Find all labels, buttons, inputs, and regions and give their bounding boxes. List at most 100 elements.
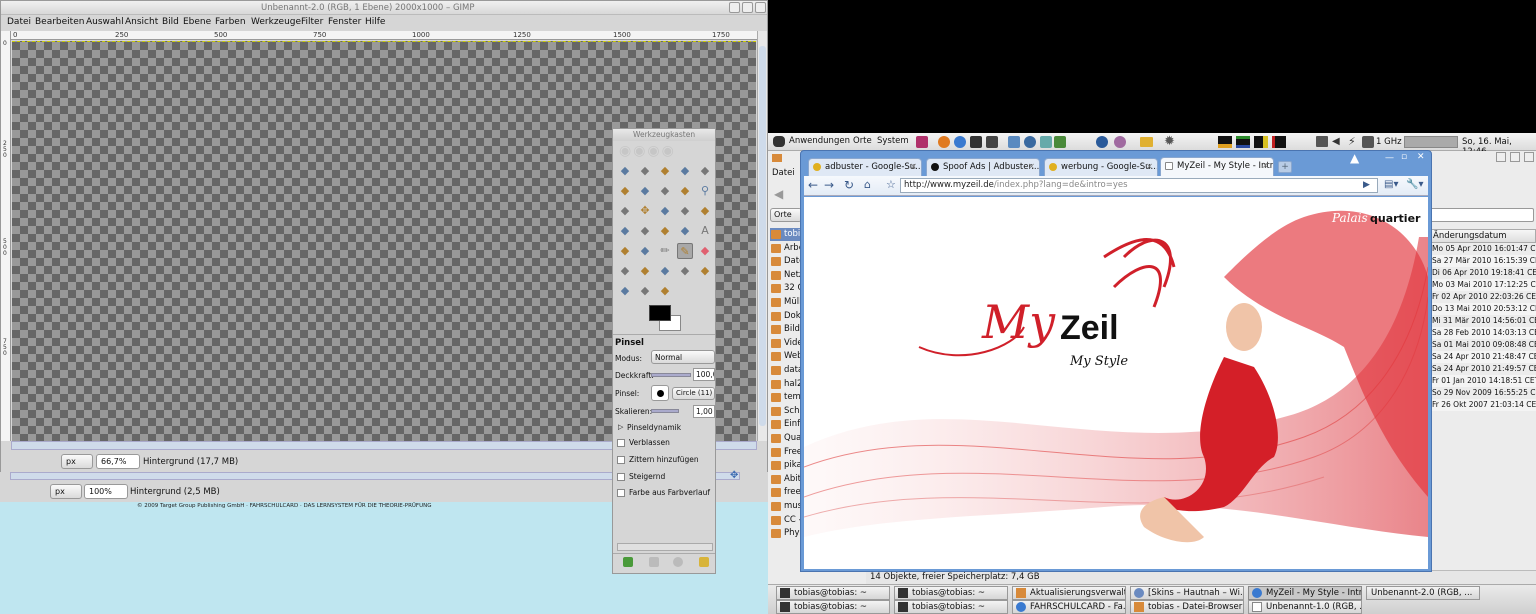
close-tab-icon[interactable]: ×: [1146, 159, 1153, 176]
window-button[interactable]: [1524, 152, 1534, 162]
wrench-icon[interactable]: 🔧▾: [1406, 179, 1423, 190]
perspective-clone-icon[interactable]: ◆: [697, 263, 713, 279]
unit-select[interactable]: px: [50, 484, 82, 499]
skalieren-slider[interactable]: [651, 409, 679, 413]
maximize-icon[interactable]: [742, 2, 753, 13]
place-item[interactable]: freeh: [770, 486, 804, 499]
align-icon[interactable]: ◆: [657, 203, 673, 219]
task-fahrschulcard[interactable]: FAHRSCHULCARD - Fa...: [1012, 600, 1126, 614]
firefox-icon[interactable]: [938, 136, 950, 148]
page-menu-icon[interactable]: ▤▾: [1384, 179, 1398, 190]
power-icon[interactable]: ⚡: [1348, 135, 1356, 148]
date-cell[interactable]: Sa 24 Apr 2010 21:48:47 CEST: [1430, 351, 1536, 363]
place-item[interactable]: CC -: [770, 514, 804, 527]
menu-bearbeiten[interactable]: Bearbeiten: [35, 17, 84, 27]
terminal-icon[interactable]: [986, 136, 998, 148]
launcher-icon[interactable]: [1114, 136, 1126, 148]
task-update-manager[interactable]: Aktualisierungsverwalt...: [1012, 586, 1126, 600]
foreground-color-swatch[interactable]: [649, 305, 671, 321]
back-icon[interactable]: ←: [808, 178, 818, 192]
option-zittern[interactable]: Zittern hinzufügen: [617, 455, 715, 467]
date-cell[interactable]: Sa 24 Apr 2010 21:49:57 CEST: [1430, 363, 1536, 375]
task-gimp-1[interactable]: Unbenannt-1.0 (RGB, ...: [1248, 600, 1362, 614]
maximize-icon[interactable]: ▫: [1401, 152, 1407, 162]
date-cell[interactable]: Sa 28 Feb 2010 14:03:13 CET: [1430, 327, 1536, 339]
ink-icon[interactable]: ◆: [637, 263, 653, 279]
menu-datei[interactable]: Datei: [7, 17, 31, 27]
place-item[interactable]: Webs: [770, 350, 804, 363]
go-icon[interactable]: ▶: [1363, 180, 1370, 190]
tab-myzeil[interactable]: MyZeil - My Style - Intro ×: [1160, 157, 1274, 176]
reload-icon[interactable]: ↻: [844, 178, 854, 192]
menu-datei[interactable]: Datei: [772, 168, 795, 178]
place-item[interactable]: Video: [770, 337, 804, 350]
menu-werkzeuge[interactable]: Werkzeuge: [251, 17, 301, 27]
task-gimp-2[interactable]: Unbenannt-2.0 (RGB, ...: [1366, 586, 1480, 600]
place-item[interactable]: Quali: [770, 432, 804, 445]
brush-select[interactable]: Circle (11): [672, 387, 715, 400]
brush-preview-button[interactable]: [651, 385, 669, 401]
date-cell[interactable]: Fr 26 Okt 2007 21:03:14 CEST: [1430, 399, 1536, 411]
chrome-icon[interactable]: [954, 136, 966, 148]
flip-icon[interactable]: ◆: [677, 223, 693, 239]
task-skins[interactable]: [Skins – Hautnah – Wi...: [1130, 586, 1244, 600]
menu-filter[interactable]: Filter: [301, 17, 323, 27]
launcher-icon[interactable]: [916, 136, 928, 148]
deckkraft-input[interactable]: 100,0: [693, 368, 715, 381]
task-terminal-3[interactable]: tobias@tobias: ~: [776, 600, 890, 614]
home-icon[interactable]: ⌂: [864, 178, 871, 191]
task-file-browser[interactable]: tobias - Datei-Browser: [1130, 600, 1244, 614]
menu-system[interactable]: System: [877, 136, 909, 146]
place-item[interactable]: Physi: [770, 527, 804, 540]
launcher-icon[interactable]: [1054, 136, 1066, 148]
lasso-icon[interactable]: ◆: [657, 163, 673, 179]
task-terminal-1[interactable]: tobias@tobias: ~: [776, 586, 890, 600]
toolbox-titlebar[interactable]: Werkzeugkasten: [613, 129, 715, 141]
menu-ebene[interactable]: Ebene: [183, 17, 211, 27]
place-item[interactable]: Schu: [770, 405, 804, 418]
deckkraft-slider[interactable]: [651, 373, 691, 377]
launcher-icon[interactable]: [1008, 136, 1020, 148]
place-item[interactable]: musi: [770, 500, 804, 513]
place-item[interactable]: tobias: [770, 228, 804, 241]
place-item[interactable]: Date: [770, 255, 804, 268]
battery-icon[interactable]: [1362, 136, 1374, 148]
task-myzeil[interactable]: MyZeil - My Style - Intr...: [1248, 586, 1362, 600]
menu-orte[interactable]: Orte: [853, 136, 872, 146]
modus-select[interactable]: Normal: [651, 350, 715, 364]
measure-icon[interactable]: ◆: [617, 203, 633, 219]
fuzzy-select-icon[interactable]: ◆: [677, 163, 693, 179]
tab-adbuster[interactable]: adbuster - Google-Su... ×: [808, 158, 922, 176]
airbrush-icon[interactable]: ◆: [617, 263, 633, 279]
place-item[interactable]: Netzw: [770, 269, 804, 282]
ellipse-select-icon[interactable]: ◆: [637, 163, 653, 179]
unit-select[interactable]: px: [61, 454, 93, 469]
date-cell[interactable]: Sa 01 Mai 2010 09:08:48 CEST: [1430, 339, 1536, 351]
rect-select-icon[interactable]: ◆: [617, 163, 633, 179]
search-field[interactable]: [1430, 208, 1534, 222]
rotate-icon[interactable]: ◆: [697, 203, 713, 219]
foreground-select-icon[interactable]: ◆: [637, 183, 653, 199]
launcher-icon[interactable]: [1040, 136, 1052, 148]
option-steigernd[interactable]: Steigernd: [617, 472, 715, 484]
toolbox-scrollbar[interactable]: [617, 543, 713, 551]
task-terminal-4[interactable]: tobias@tobias: ~: [894, 600, 1008, 614]
vertical-scrollbar[interactable]: [757, 31, 767, 441]
clone-icon[interactable]: ◆: [657, 263, 673, 279]
place-item[interactable]: temp: [770, 391, 804, 404]
bucket-fill-icon[interactable]: ◆: [617, 243, 633, 259]
menu-fenster[interactable]: Fenster: [328, 17, 361, 27]
dodge-burn-icon[interactable]: ◆: [657, 283, 673, 299]
text-icon[interactable]: A: [697, 223, 713, 239]
scale-icon[interactable]: ◆: [617, 223, 633, 239]
date-cell[interactable]: Mo 03 Mai 2010 17:12:25 CEST: [1430, 279, 1536, 291]
forward-icon[interactable]: →: [824, 178, 834, 192]
new-tab-button[interactable]: +: [1278, 161, 1292, 173]
place-item[interactable]: Müll: [770, 296, 804, 309]
date-cell[interactable]: So 29 Nov 2009 16:55:25 CET: [1430, 387, 1536, 399]
scissors-icon[interactable]: ◆: [617, 183, 633, 199]
place-item[interactable]: Abitu: [770, 473, 804, 486]
gear-icon[interactable]: ✹: [1164, 134, 1175, 149]
date-cell[interactable]: Do 13 Mai 2010 20:53:12 CEST: [1430, 303, 1536, 315]
date-cell[interactable]: Mo 05 Apr 2010 16:01:47 CEST: [1430, 243, 1536, 255]
